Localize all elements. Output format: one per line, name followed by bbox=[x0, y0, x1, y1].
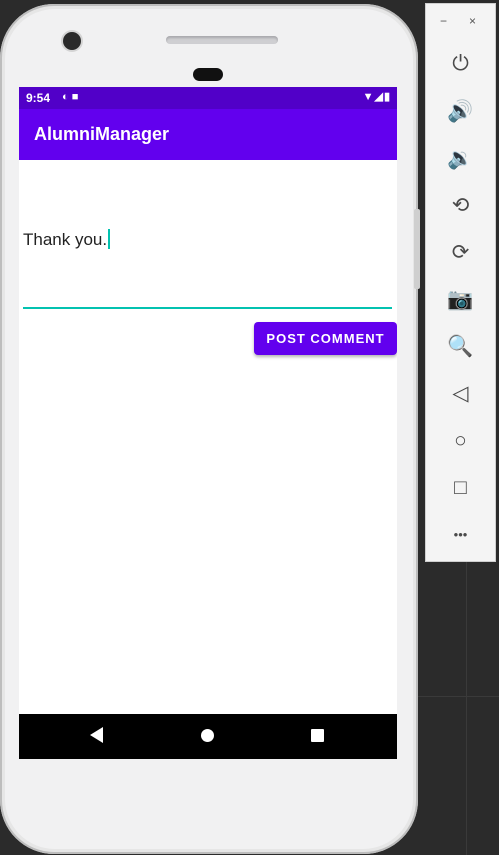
back-icon[interactable] bbox=[90, 727, 103, 743]
navigation-bar bbox=[19, 714, 397, 759]
status-bar: 9:54 ◐ ■ ▼◢▮ bbox=[19, 87, 397, 109]
comment-input-value: Thank you. bbox=[23, 230, 108, 249]
volume-up-icon[interactable]: 🔊 bbox=[426, 100, 495, 124]
rotate-left-icon[interactable]: ⟲ bbox=[426, 194, 495, 218]
text-cursor bbox=[108, 229, 111, 249]
close-button[interactable]: × bbox=[469, 14, 476, 28]
back-icon[interactable]: ◁ bbox=[426, 382, 495, 406]
status-time: 9:54 bbox=[26, 91, 51, 105]
side-button[interactable] bbox=[414, 209, 420, 289]
background-divider bbox=[418, 696, 499, 697]
front-camera bbox=[63, 32, 81, 50]
wifi-signal-battery-icons: ▼◢▮ bbox=[362, 91, 391, 103]
minimize-button[interactable]: − bbox=[440, 14, 447, 28]
device-screen: 9:54 ◐ ■ ▼◢▮ AlumniManager Thank you. PO… bbox=[19, 87, 397, 759]
comment-input-underline bbox=[23, 307, 392, 309]
camera-icon[interactable]: 📷 bbox=[426, 288, 495, 312]
proximity-sensor bbox=[193, 68, 223, 81]
rotate-right-icon[interactable]: ⟳ bbox=[426, 241, 495, 265]
background-divider bbox=[466, 560, 467, 855]
overview-icon[interactable]: □ bbox=[426, 476, 495, 500]
post-comment-button[interactable]: POST COMMENT bbox=[254, 322, 397, 355]
zoom-icon[interactable]: 🔍 bbox=[426, 335, 495, 359]
power-icon[interactable]: ⏻ bbox=[426, 52, 495, 76]
recents-icon[interactable] bbox=[311, 729, 324, 742]
volume-down-icon[interactable]: 🔉 bbox=[426, 147, 495, 171]
emulator-toolbar: − × ⏻ 🔊 🔉 ⟲ ⟳ 📷 🔍 ◁ ○ □ ••• bbox=[425, 3, 496, 562]
home-icon[interactable]: ○ bbox=[426, 429, 495, 453]
earpiece-speaker bbox=[166, 36, 278, 44]
more-icon[interactable]: ••• bbox=[426, 523, 495, 547]
home-icon[interactable] bbox=[201, 729, 214, 742]
notification-icons: ◐ ■ bbox=[62, 91, 79, 103]
app-title: AlumniManager bbox=[34, 124, 170, 144]
comment-input[interactable]: Thank you. bbox=[23, 229, 111, 250]
app-bar: AlumniManager bbox=[19, 109, 397, 160]
